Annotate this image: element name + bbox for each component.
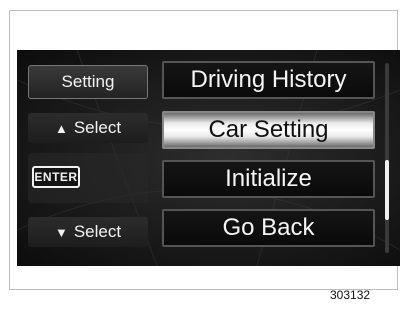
- select-down-button[interactable]: ▼ Select: [28, 217, 148, 247]
- setting-label: Setting: [28, 65, 148, 99]
- select-up-label: Select: [73, 118, 122, 137]
- menu-item-initialize[interactable]: Initialize: [162, 160, 375, 198]
- triangle-down-icon: ▼: [54, 225, 68, 240]
- select-down-label: Select: [73, 222, 122, 241]
- select-up-button[interactable]: ▲ Select: [28, 113, 148, 143]
- menu-item-go-back[interactable]: Go Back: [162, 209, 375, 247]
- scrollbar-track[interactable]: [385, 63, 389, 253]
- display-screen: Setting ▲ Select ENTER ▼ Select Driving Hi…: [17, 50, 400, 266]
- scrollbar-thumb[interactable]: [385, 160, 389, 220]
- triangle-up-icon: ▲: [54, 121, 68, 136]
- enter-button[interactable]: ENTER: [32, 166, 80, 188]
- figure-id: 303132: [330, 288, 371, 302]
- menu-item-car-setting[interactable]: Car Setting: [162, 111, 375, 149]
- menu-item-driving-history[interactable]: Driving History: [162, 61, 375, 99]
